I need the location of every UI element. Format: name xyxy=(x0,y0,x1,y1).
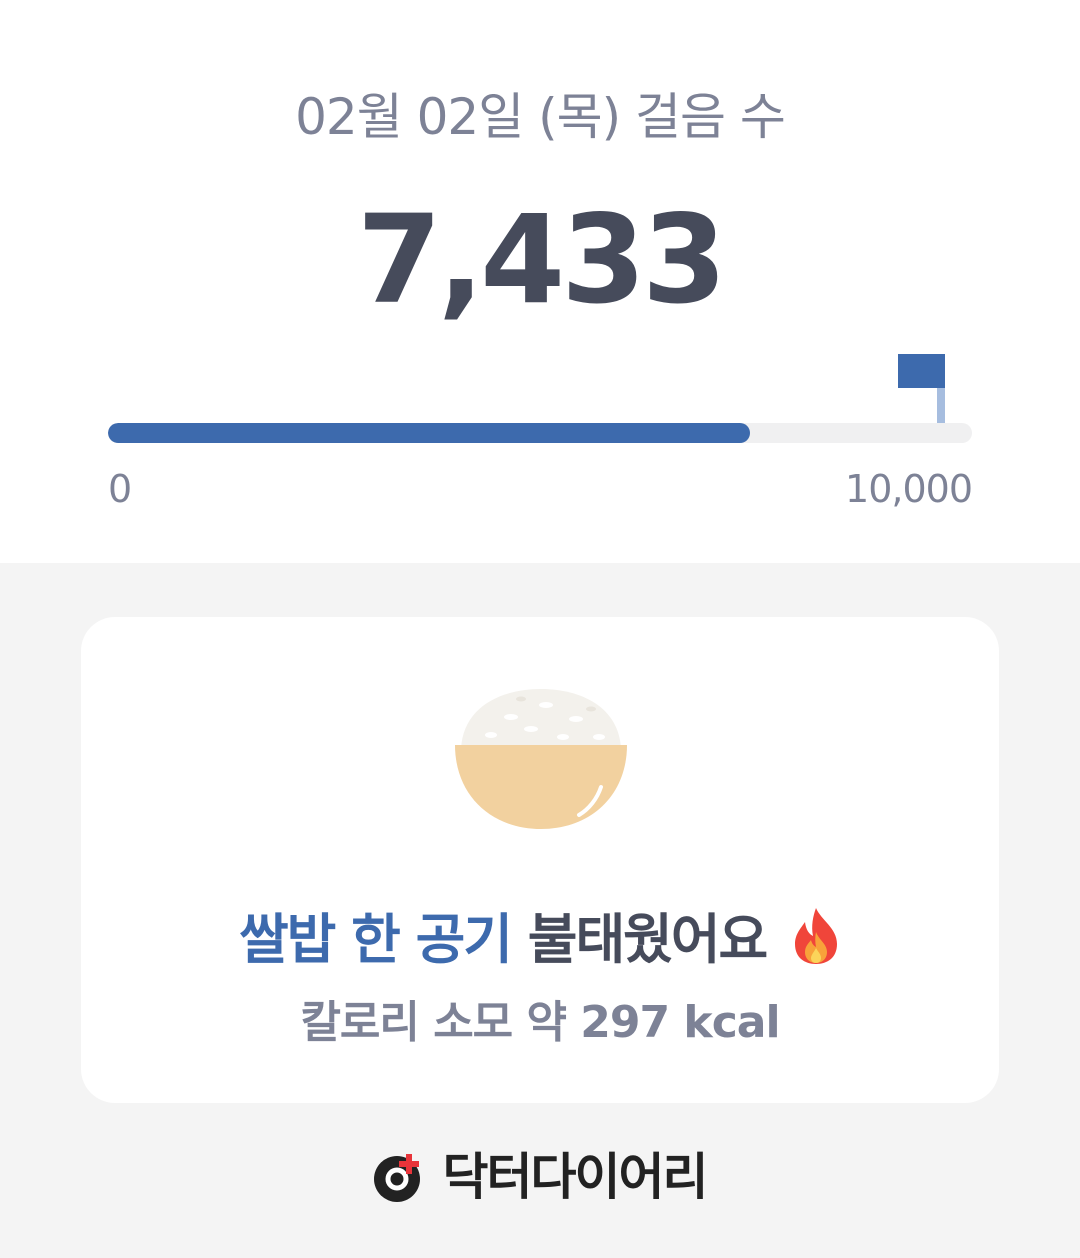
progress-min-label: 0 xyxy=(108,467,133,511)
step-progress-bar xyxy=(108,423,972,443)
goal-flag-icon xyxy=(898,354,945,424)
burned-food-message: 쌀밥 한 공기 불태웠어요 xyxy=(81,905,999,975)
burned-food-name: 쌀밥 한 공기 xyxy=(238,908,513,971)
rice-bowl-icon xyxy=(455,689,627,829)
calorie-burn-card: 쌀밥 한 공기 불태웠어요 칼로리 소모 약 297 kcal xyxy=(81,617,999,1103)
step-progress-fill xyxy=(108,423,751,443)
step-summary-section: 02월 02일 (목) 걸음 수 7,433 0 10,000 xyxy=(0,0,1080,563)
progress-goal-label: 10,000 xyxy=(845,467,973,511)
fire-icon xyxy=(795,908,838,964)
brand-footer: 닥터다이어리 xyxy=(0,1145,1080,1209)
brand-name: 닥터다이어리 xyxy=(442,1148,709,1206)
burned-text: 불태웠어요 xyxy=(527,908,768,971)
doctor-diary-logo-icon xyxy=(374,1154,421,1202)
date-title: 02월 02일 (목) 걸음 수 xyxy=(295,88,786,146)
step-count: 7,433 xyxy=(357,189,727,331)
calorie-burn-text: 칼로리 소모 약 297 kcal xyxy=(300,997,780,1048)
